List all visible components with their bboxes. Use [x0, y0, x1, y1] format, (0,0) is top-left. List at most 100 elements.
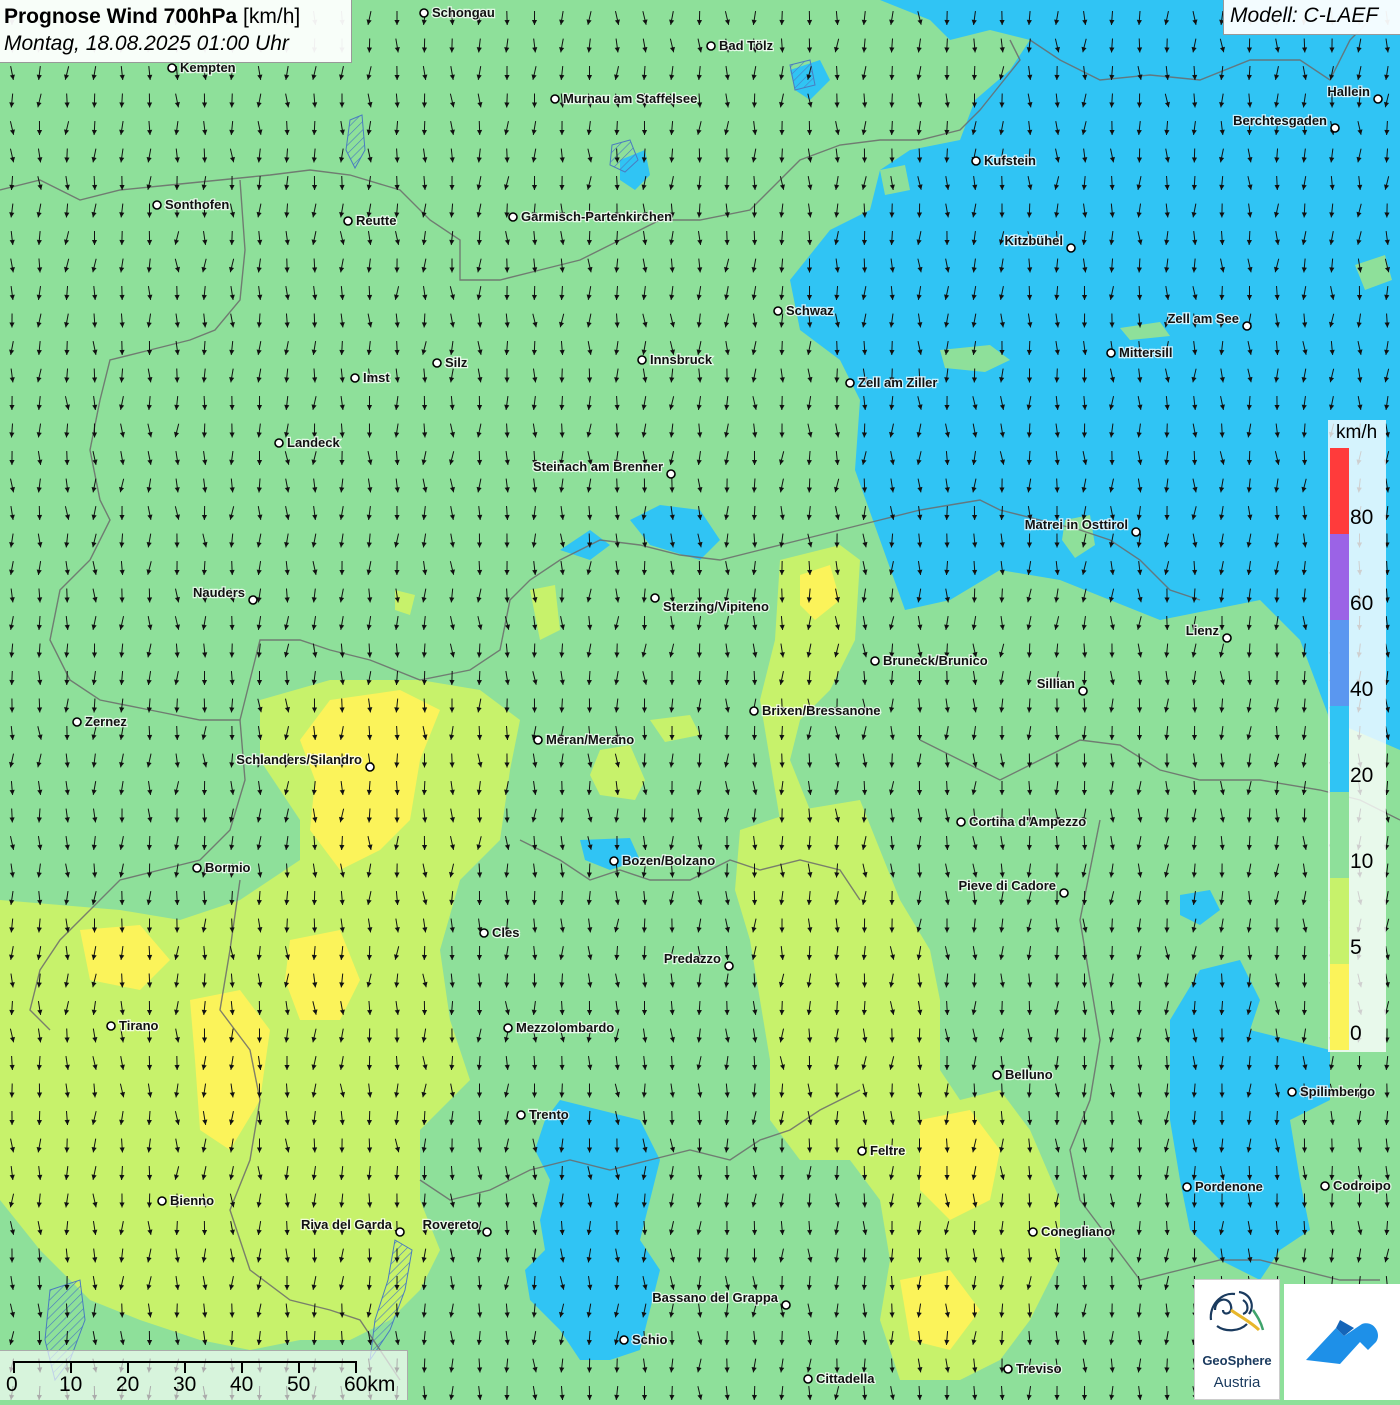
- geosphere-mark-icon: [1195, 1280, 1279, 1350]
- city-label: Berchtesgaden: [1233, 113, 1327, 128]
- city-dot: [517, 1111, 525, 1119]
- city-dot: [551, 95, 559, 103]
- city-label: Rovereto: [423, 1217, 479, 1232]
- geosphere-logo[interactable]: GeoSphere Austria: [1194, 1279, 1280, 1400]
- city-label: Murnau am Staffelsee: [563, 91, 697, 106]
- scale-tick: [184, 1361, 186, 1373]
- city-dot: [1029, 1228, 1037, 1236]
- city-dot: [651, 594, 659, 602]
- city-marker[interactable]: Sonthofen: [153, 197, 229, 212]
- title-box: Prognose Wind 700hPa [km/h] Montag, 18.0…: [0, 0, 352, 63]
- geosphere-country: Austria: [1195, 1374, 1279, 1391]
- city-marker[interactable]: Pordenone: [1183, 1179, 1263, 1194]
- city-dot: [509, 213, 517, 221]
- city-dot: [193, 864, 201, 872]
- legend-color-swatch: [1330, 792, 1349, 878]
- city-marker[interactable]: Meran/Merano: [534, 732, 634, 747]
- scale-label: 40: [230, 1373, 253, 1397]
- legend-label: 40: [1350, 678, 1373, 702]
- city-dot: [366, 763, 374, 771]
- city-label: Schwaz: [786, 303, 834, 318]
- city-dot: [804, 1375, 812, 1383]
- city-dot: [1321, 1182, 1329, 1190]
- city-dot: [707, 42, 715, 50]
- wind-map[interactable]: SchongauBad TölzKemptenMurnau am Staffel…: [0, 0, 1400, 1400]
- city-dot: [153, 201, 161, 209]
- city-label: Predazzo: [664, 951, 721, 966]
- city-marker[interactable]: Conegliano: [1029, 1224, 1112, 1239]
- city-label: Sonthofen: [165, 197, 229, 212]
- city-marker[interactable]: Garmisch-Partenkirchen: [509, 209, 672, 224]
- map-title-main: Prognose Wind 700hPa: [4, 5, 237, 28]
- city-dot: [1107, 349, 1115, 357]
- city-label: Cittadella: [816, 1371, 875, 1386]
- city-dot: [1067, 244, 1075, 252]
- city-marker[interactable]: Bozen/Bolzano: [610, 853, 715, 868]
- city-label: Schlanders/Silandro: [236, 752, 362, 767]
- legend-color-swatch: [1330, 964, 1349, 1050]
- city-label: Kitzbühel: [1005, 233, 1064, 248]
- city-dot: [168, 64, 176, 72]
- city-marker[interactable]: Innsbruck: [638, 352, 713, 367]
- city-label: Cortina d'Ampezzo: [969, 814, 1086, 829]
- legend-unit: km/h: [1336, 422, 1377, 444]
- app-logo[interactable]: [1284, 1284, 1400, 1400]
- legend-color-swatch: [1330, 448, 1349, 534]
- city-dot: [1223, 634, 1231, 642]
- city-dot: [667, 470, 675, 478]
- city-marker[interactable]: Bruneck/Brunico: [871, 653, 988, 668]
- city-label: Bassano del Grappa: [652, 1290, 778, 1305]
- city-label: Belluno: [1005, 1067, 1053, 1082]
- city-dot: [972, 157, 980, 165]
- city-label: Bienno: [170, 1193, 214, 1208]
- city-dot: [504, 1024, 512, 1032]
- city-marker[interactable]: Spilimbergo: [1288, 1084, 1375, 1099]
- city-dot: [158, 1197, 166, 1205]
- city-dot: [420, 9, 428, 17]
- city-label: Landeck: [287, 435, 341, 450]
- map-title: Prognose Wind 700hPa [km/h]: [4, 3, 351, 30]
- city-label: Hallein: [1327, 84, 1370, 99]
- city-label: Steinach am Brenner: [533, 459, 663, 474]
- city-dot: [1374, 95, 1382, 103]
- geosphere-name: GeoSphere: [1195, 1353, 1279, 1368]
- city-marker[interactable]: Zell am Ziller: [846, 375, 937, 390]
- city-label: Bormio: [205, 860, 251, 875]
- city-dot: [638, 356, 646, 364]
- scale-tick: [127, 1361, 129, 1373]
- city-dot: [1243, 322, 1251, 330]
- city-label: Zernez: [85, 714, 127, 729]
- city-dot: [782, 1301, 790, 1309]
- legend-color-swatch: [1330, 878, 1349, 964]
- scale-label: 20: [116, 1373, 139, 1397]
- city-dot: [725, 962, 733, 970]
- city-label: Reutte: [356, 213, 396, 228]
- legend-color-swatch: [1330, 620, 1349, 706]
- city-dot: [1183, 1183, 1191, 1191]
- city-label: Cles: [492, 925, 519, 940]
- city-dot: [774, 307, 782, 315]
- city-marker[interactable]: Mezzolombardo: [504, 1020, 614, 1035]
- scale-label: 30: [173, 1373, 196, 1397]
- city-dot: [73, 718, 81, 726]
- scale-bar: 0102030405060km: [0, 1350, 408, 1400]
- city-marker[interactable]: Brixen/Bressanone: [750, 703, 881, 718]
- color-legend: km/h 806040201050: [1328, 420, 1386, 1052]
- scale-tick: [13, 1361, 15, 1373]
- scale-label: 0: [6, 1373, 18, 1397]
- city-marker[interactable]: Murnau am Staffelsee: [551, 91, 697, 106]
- scale-label: 60km: [344, 1373, 395, 1397]
- city-marker[interactable]: Cortina d'Ampezzo: [957, 814, 1086, 829]
- city-label: Meran/Merano: [546, 732, 634, 747]
- legend-color-swatch: [1330, 706, 1349, 792]
- city-dot: [1331, 124, 1339, 132]
- city-dot: [846, 379, 854, 387]
- scale-tick: [355, 1361, 357, 1373]
- mountain-cloud-icon: [1284, 1284, 1400, 1400]
- city-marker[interactable]: Schongau: [420, 5, 495, 20]
- scale-label: 10: [59, 1373, 82, 1397]
- city-dot: [1004, 1365, 1012, 1373]
- city-dot: [1060, 889, 1068, 897]
- city-label: Trento: [529, 1107, 569, 1122]
- city-label: Bad Tölz: [719, 38, 774, 53]
